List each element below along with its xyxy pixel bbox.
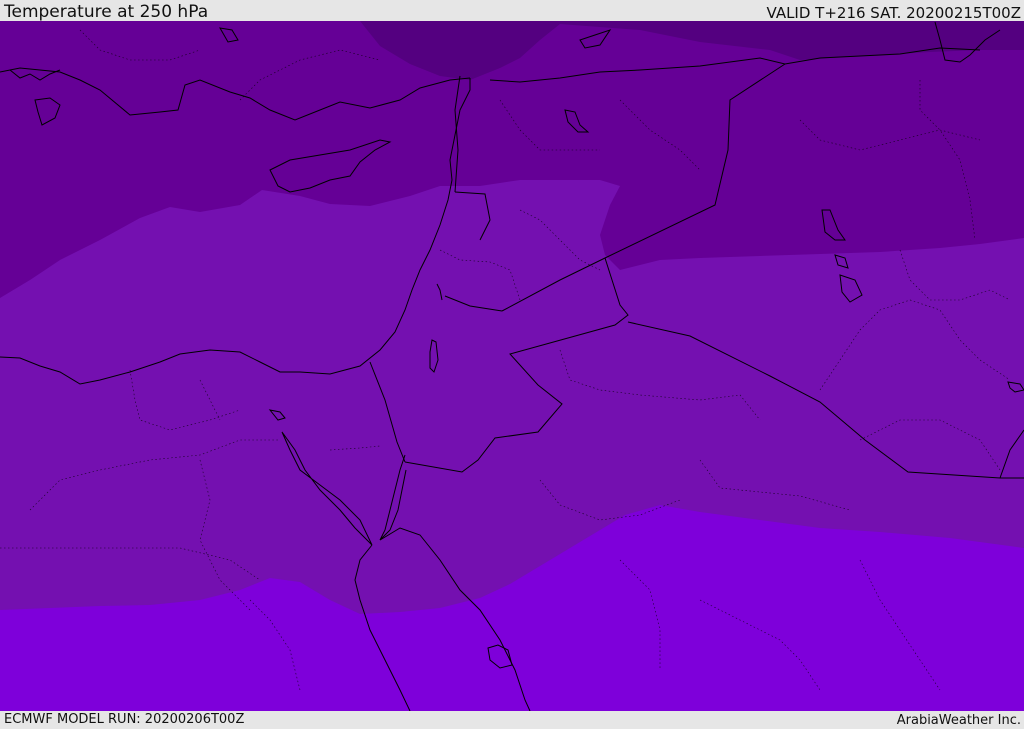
valid-time-label: VALID T+216 SAT. 20200215T00Z xyxy=(766,4,1021,22)
temperature-map xyxy=(0,21,1024,711)
forecast-map-frame: Temperature at 250 hPa VALID T+216 SAT. … xyxy=(0,0,1024,729)
header-bar: Temperature at 250 hPa VALID T+216 SAT. … xyxy=(0,0,1024,21)
model-run-label: ECMWF MODEL RUN: 20200206T00Z xyxy=(4,712,245,727)
credit-label: ArabiaWeather Inc. xyxy=(896,713,1021,728)
map-canvas xyxy=(0,21,1024,711)
map-title: Temperature at 250 hPa xyxy=(4,2,209,22)
footer-bar: ECMWF MODEL RUN: 20200206T00Z ArabiaWeat… xyxy=(0,711,1024,729)
